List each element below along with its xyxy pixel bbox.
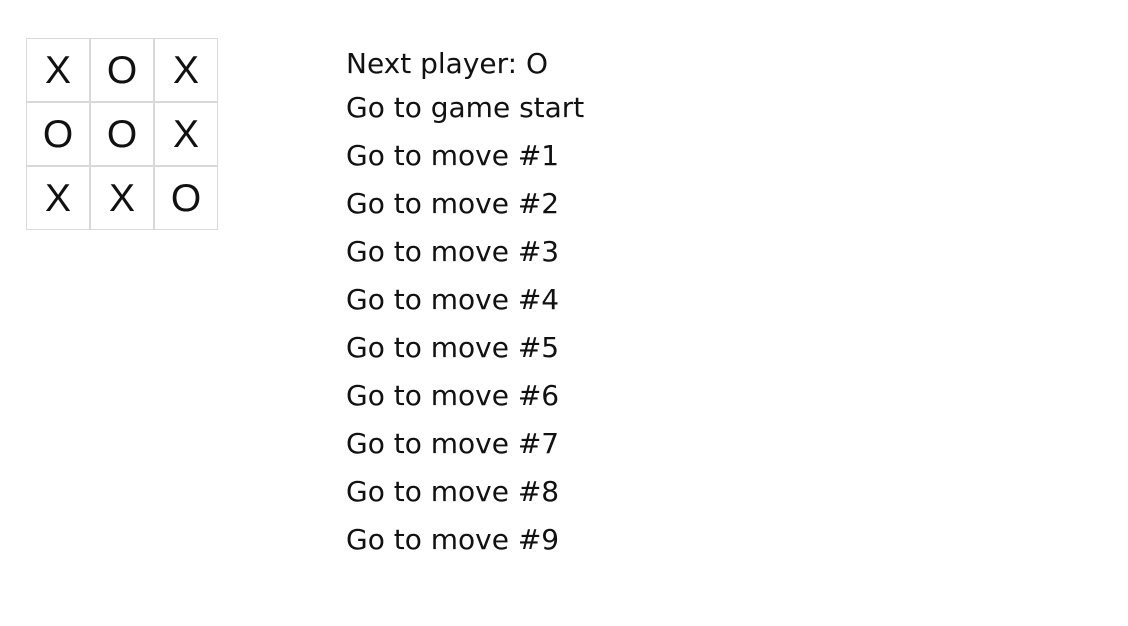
go-to-move-6-button[interactable]: Go to move #6 — [346, 379, 559, 412]
go-to-move-7-button[interactable]: Go to move #7 — [346, 427, 559, 460]
move-history-item: Go to move #3 — [346, 232, 766, 280]
move-history-item: Go to move #7 — [346, 424, 766, 472]
board-square[interactable]: O — [90, 102, 154, 166]
board-square[interactable]: X — [90, 166, 154, 230]
move-history-item: Go to move #5 — [346, 328, 766, 376]
move-history-item: Go to move #2 — [346, 184, 766, 232]
board-square[interactable]: X — [26, 166, 90, 230]
move-history-item: Go to move #9 — [346, 520, 766, 568]
go-to-move-2-button[interactable]: Go to move #2 — [346, 187, 559, 220]
board-square[interactable]: X — [26, 38, 90, 102]
game-info-panel: Next player: O Go to game start Go to mo… — [346, 40, 766, 568]
move-history-item: Go to move #1 — [346, 136, 766, 184]
board-square[interactable]: O — [90, 38, 154, 102]
board-square[interactable]: O — [154, 166, 218, 230]
next-player-status: Next player: O — [346, 47, 549, 80]
board-square[interactable]: X — [154, 102, 218, 166]
board-square[interactable]: X — [154, 38, 218, 102]
move-history-item: Go to move #8 — [346, 472, 766, 520]
board-square[interactable]: O — [26, 102, 90, 166]
go-to-game-start-button[interactable]: Go to game start — [346, 91, 584, 124]
go-to-move-3-button[interactable]: Go to move #3 — [346, 235, 559, 268]
move-history-list: Go to game start Go to move #1 Go to mov… — [346, 88, 766, 568]
go-to-move-5-button[interactable]: Go to move #5 — [346, 331, 559, 364]
move-history-item: Go to move #6 — [346, 376, 766, 424]
go-to-move-1-button[interactable]: Go to move #1 — [346, 139, 559, 172]
go-to-move-8-button[interactable]: Go to move #8 — [346, 475, 559, 508]
move-history-item: Go to game start — [346, 88, 766, 136]
move-history-item: Go to move #4 — [346, 280, 766, 328]
go-to-move-9-button[interactable]: Go to move #9 — [346, 523, 559, 556]
go-to-move-4-button[interactable]: Go to move #4 — [346, 283, 559, 316]
tic-tac-toe-board: X O X O O X X X O — [26, 38, 218, 230]
